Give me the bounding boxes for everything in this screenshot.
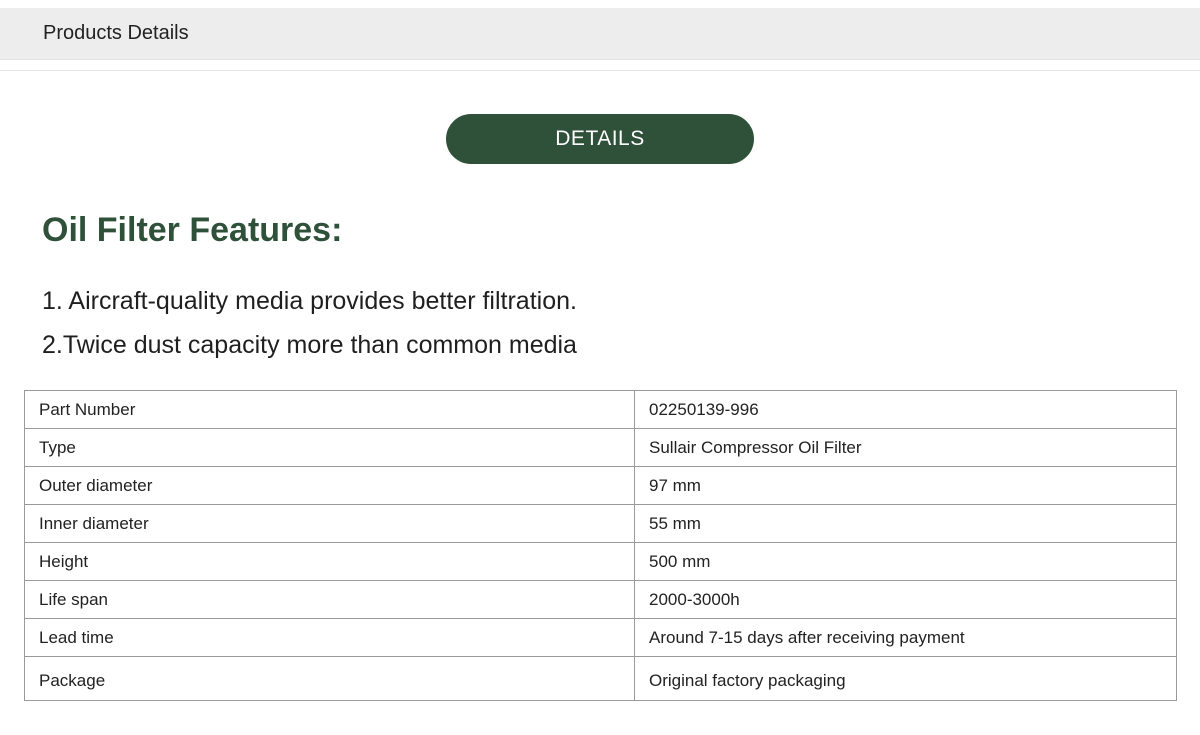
spec-label: Inner diameter (24, 504, 635, 543)
table-row: Part Number 02250139-996 (24, 390, 1177, 429)
spec-value: 2000-3000h (634, 580, 1177, 619)
tab-products-details[interactable]: Products Details (43, 22, 189, 45)
spec-table: Part Number 02250139-996 Type Sullair Co… (24, 390, 1177, 701)
spec-label: Part Number (24, 390, 635, 429)
spec-label: Life span (24, 580, 635, 619)
spec-label: Height (24, 542, 635, 581)
table-row: Height 500 mm (24, 542, 1177, 581)
table-row: Lead time Around 7-15 days after receivi… (24, 618, 1177, 657)
spec-value: Sullair Compressor Oil Filter (634, 428, 1177, 467)
spec-label: Lead time (24, 618, 635, 657)
table-row: Inner diameter 55 mm (24, 504, 1177, 543)
spec-value: Around 7-15 days after receiving payment (634, 618, 1177, 657)
table-row: Outer diameter 97 mm (24, 466, 1177, 505)
spec-value: 97 mm (634, 466, 1177, 505)
spec-label: Type (24, 428, 635, 467)
spec-value: Original factory packaging (634, 656, 1177, 701)
table-row: Package Original factory packaging (24, 656, 1177, 701)
feature-item: 1. Aircraft-quality media provides bette… (42, 287, 577, 315)
spec-label: Outer diameter (24, 466, 635, 505)
header-divider (0, 70, 1200, 71)
table-row: Type Sullair Compressor Oil Filter (24, 428, 1177, 467)
spec-value: 500 mm (634, 542, 1177, 581)
products-details-tab-bar: Products Details (0, 8, 1200, 60)
section-title: Oil Filter Features: (42, 211, 343, 249)
feature-item: 2.Twice dust capacity more than common m… (42, 331, 577, 359)
table-row: Life span 2000-3000h (24, 580, 1177, 619)
spec-value: 55 mm (634, 504, 1177, 543)
spec-value: 02250139-996 (634, 390, 1177, 429)
spec-label: Package (24, 656, 635, 701)
details-button[interactable]: DETAILS (446, 114, 754, 164)
